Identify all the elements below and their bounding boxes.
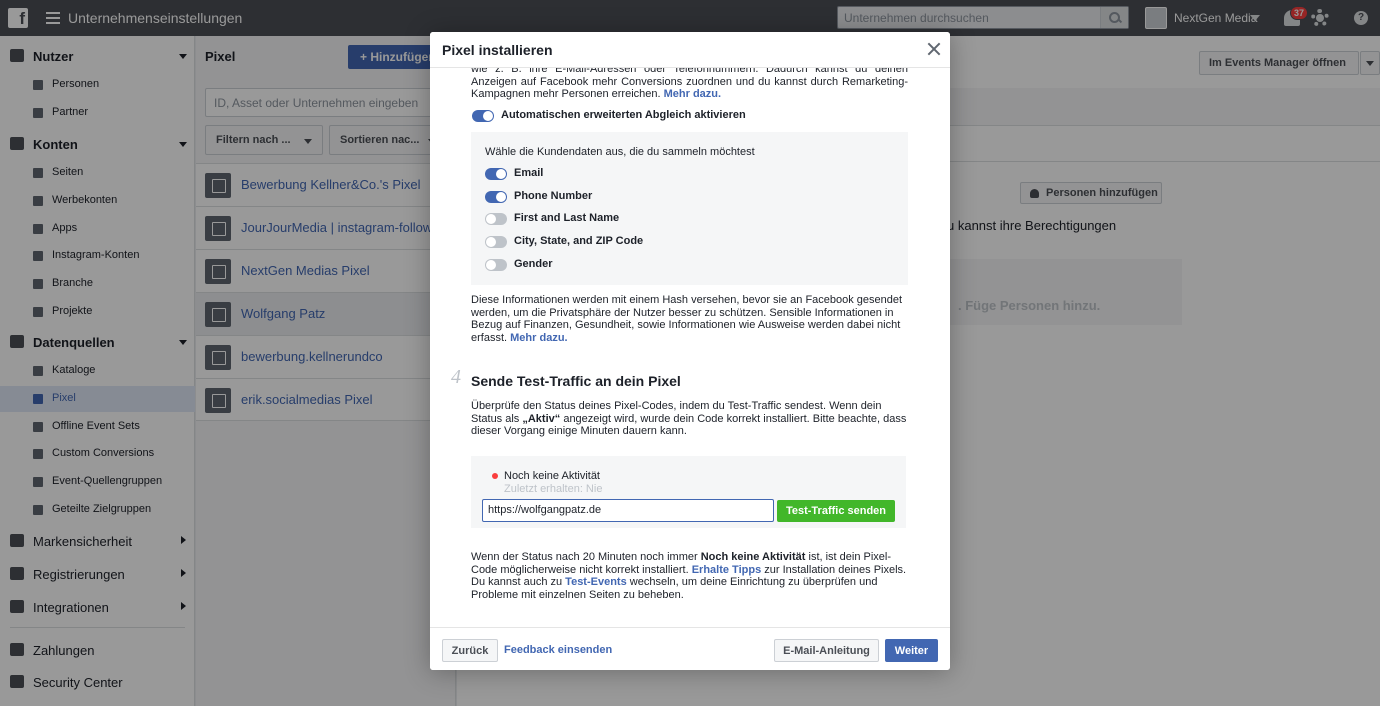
troubleshooting-bold: Noch keine Aktivität (700, 551, 806, 563)
auto-advanced-matching-toggle[interactable] (472, 110, 494, 122)
troubleshooting-text: Wenn der Status nach 20 Minuten noch imm… (471, 551, 701, 563)
last-received: Zuletzt erhalten: Nie (504, 483, 603, 495)
gender-toggle[interactable] (485, 259, 507, 271)
name-toggle[interactable] (485, 213, 507, 225)
intro-paragraph: wie z. B. ihre E-Mail-Adressen oder Tele… (471, 68, 908, 101)
field-label-city: City, State, and ZIP Code (514, 235, 644, 247)
website-url-input[interactable]: https://wolfgangpatz.de (482, 499, 774, 522)
test-traffic-description: Überprüfe den Status deines Pixel-Codes,… (471, 400, 908, 438)
dialog-header: Pixel installieren (430, 32, 950, 68)
status-dot-icon (492, 473, 498, 479)
email-toggle[interactable] (485, 168, 507, 180)
get-tips-link[interactable]: Erhalte Tipps (692, 564, 761, 576)
toggle-knob (486, 237, 496, 247)
next-button[interactable]: Weiter (885, 639, 938, 662)
dialog-footer: Zurück Feedback einsenden E-Mail-Anleitu… (430, 627, 950, 670)
install-pixel-dialog: Pixel installieren wie z. B. ihre E-Mail… (430, 32, 950, 670)
auto-advanced-matching-label: Automatischen erweiterten Abgleich aktiv… (501, 109, 746, 121)
toggle-knob (496, 192, 506, 202)
phone-number-toggle[interactable] (485, 191, 507, 203)
close-icon[interactable] (927, 42, 941, 56)
city-state-zip-toggle[interactable] (485, 236, 507, 248)
field-label-phone: Phone Number (514, 190, 593, 202)
field-label-name: First and Last Name (514, 212, 620, 224)
customer-data-prompt: Wähle die Kundendaten aus, die du sammel… (485, 146, 755, 158)
back-button[interactable]: Zurück (442, 639, 498, 662)
more-info-link[interactable]: Mehr dazu. (664, 88, 721, 100)
toggle-knob (486, 214, 496, 224)
activity-status: Noch keine Aktivität (504, 470, 600, 482)
send-test-traffic-button[interactable]: Test-Traffic senden (777, 500, 895, 522)
send-feedback-link[interactable]: Feedback einsenden (504, 644, 612, 656)
dialog-title: Pixel installieren (442, 42, 553, 58)
step-text-bold: „Aktiv“ (522, 412, 561, 425)
dialog-body[interactable]: wie z. B. ihre E-Mail-Adressen oder Tele… (430, 68, 950, 627)
email-instructions-button[interactable]: E-Mail-Anleitung (774, 639, 879, 662)
toggle-knob (496, 169, 506, 179)
troubleshooting-paragraph: Wenn der Status nach 20 Minuten noch imm… (471, 551, 908, 601)
field-label-gender: Gender (514, 258, 553, 270)
toggle-knob (483, 111, 493, 121)
step-number: 4 (451, 366, 461, 388)
field-label-email: Email (514, 167, 544, 179)
toggle-knob (486, 260, 496, 270)
more-info-link[interactable]: Mehr dazu. (510, 332, 567, 344)
test-events-link[interactable]: Test-Events (565, 576, 627, 588)
step-title: Sende Test-Traffic an dein Pixel (471, 373, 681, 389)
hash-info-paragraph: Diese Informationen werden mit einem Has… (471, 294, 908, 344)
